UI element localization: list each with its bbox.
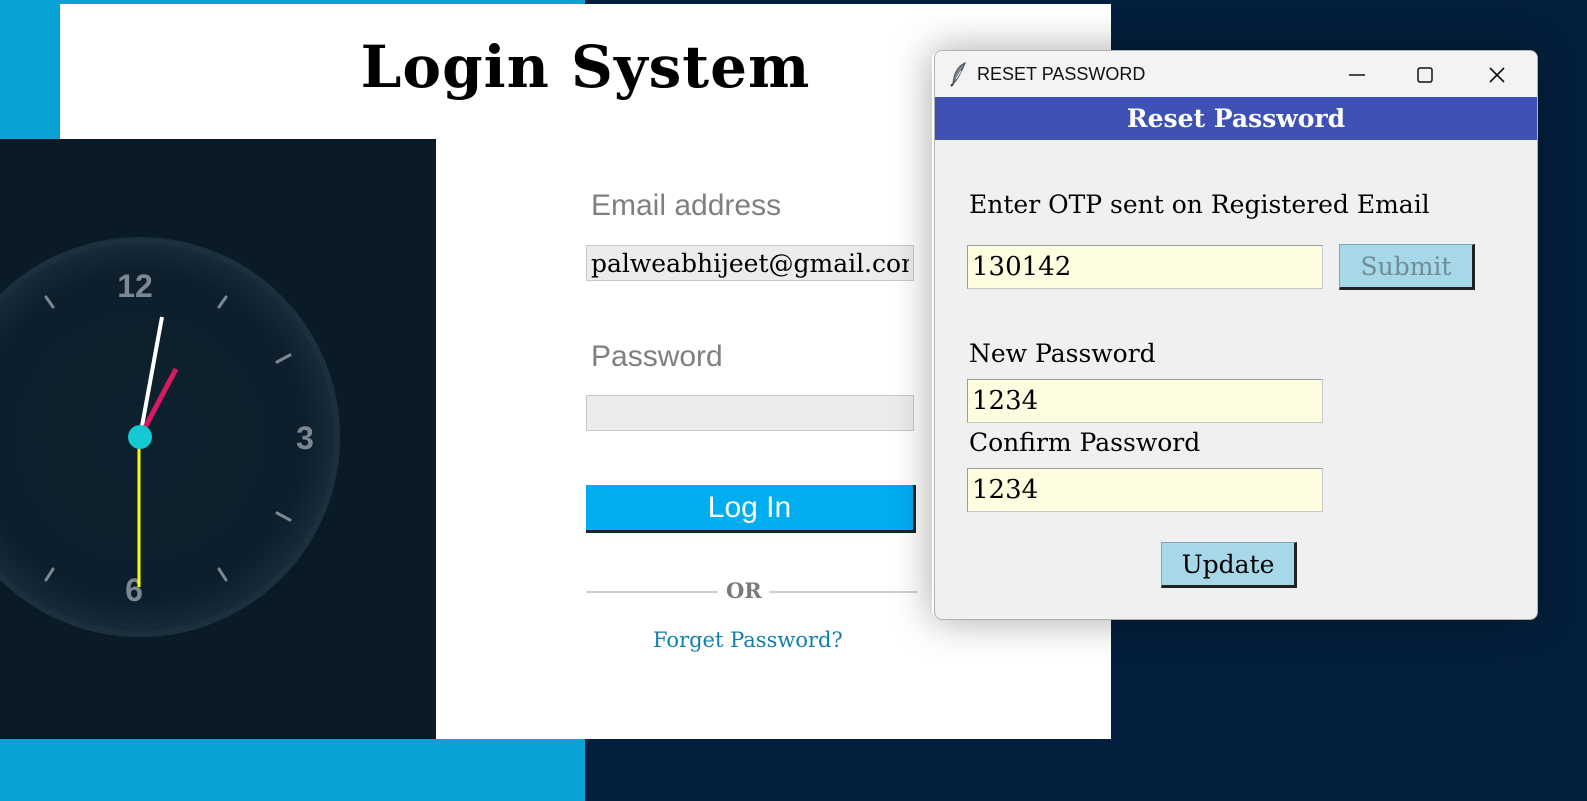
confirm-password-label: Confirm Password: [969, 428, 1201, 457]
dialog-titlebar[interactable]: RESET PASSWORD: [935, 51, 1537, 97]
or-text: OR: [726, 578, 762, 603]
clock-face: [0, 237, 340, 637]
password-input[interactable]: [586, 395, 914, 431]
clock-number-12: 12: [117, 268, 153, 304]
login-button[interactable]: Log In: [586, 485, 916, 533]
or-line-right: [769, 591, 917, 593]
or-line-left: [586, 591, 718, 593]
maximize-icon: [1417, 67, 1433, 83]
feather-icon: [950, 61, 967, 87]
or-divider: OR: [586, 578, 917, 604]
email-label: Email address: [591, 189, 782, 222]
update-button[interactable]: Update: [1161, 542, 1297, 588]
password-label: Password: [591, 340, 723, 373]
maximize-button[interactable]: [1403, 57, 1447, 93]
confirm-password-input[interactable]: [967, 468, 1323, 512]
reset-password-dialog: RESET PASSWORD Reset Password Enter OTP …: [934, 50, 1538, 620]
close-button[interactable]: [1475, 57, 1519, 93]
forget-password-link[interactable]: Forget Password?: [653, 628, 843, 652]
clock-number-3: 3: [296, 420, 314, 456]
otp-input[interactable]: [967, 245, 1323, 289]
close-icon: [1489, 67, 1505, 83]
dialog-header: Reset Password: [935, 97, 1537, 140]
minimize-button[interactable]: [1335, 57, 1379, 93]
dialog-window-title: RESET PASSWORD: [977, 64, 1146, 84]
analog-clock: 12 3 6: [0, 237, 340, 637]
email-input[interactable]: [586, 245, 914, 281]
new-password-input[interactable]: [967, 379, 1323, 423]
otp-label: Enter OTP sent on Registered Email: [969, 190, 1430, 219]
dialog-header-title: Reset Password: [1126, 104, 1346, 133]
minimize-icon: [1349, 74, 1365, 76]
new-password-label: New Password: [969, 339, 1156, 368]
clock-center-dot: [128, 425, 152, 449]
submit-button[interactable]: Submit: [1339, 244, 1475, 290]
